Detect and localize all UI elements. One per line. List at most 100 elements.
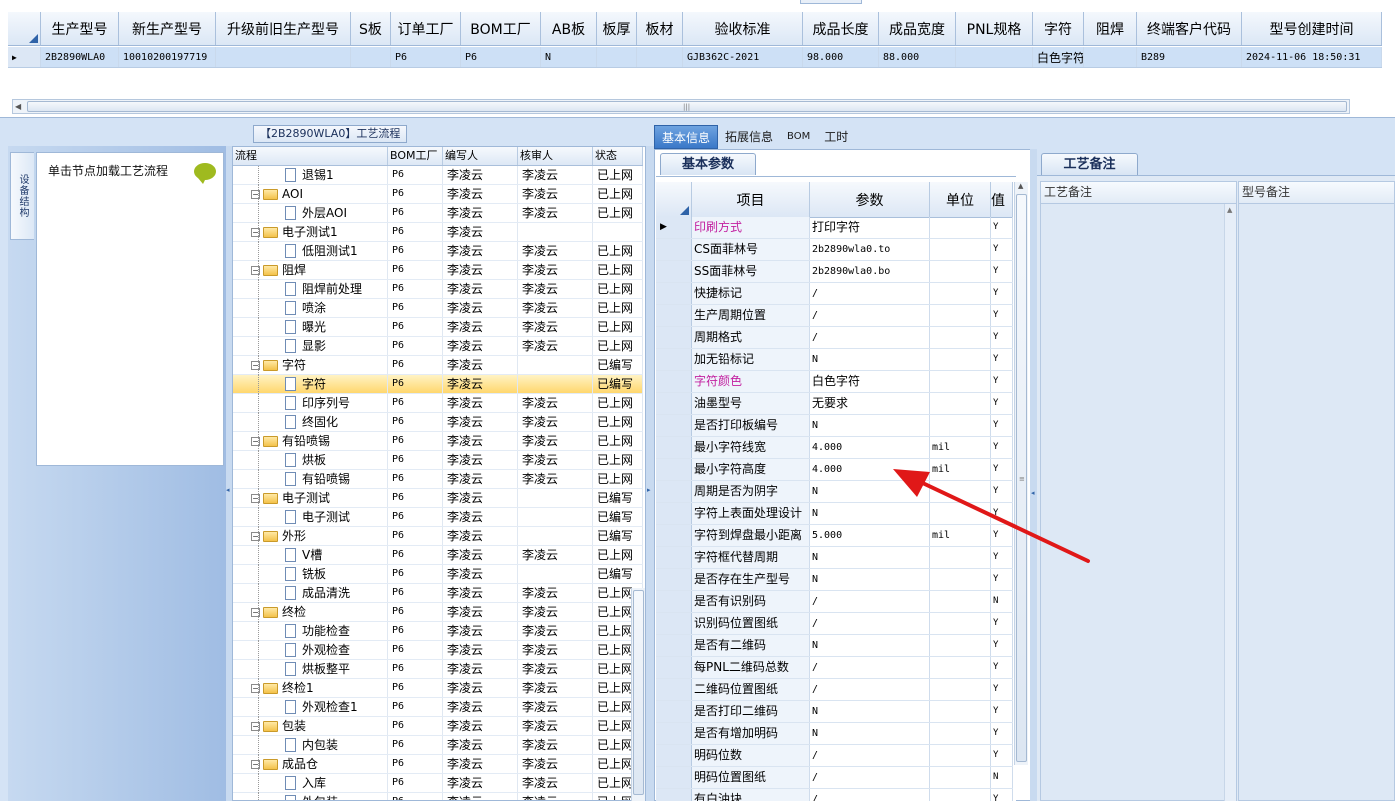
param-row[interactable]: 加无铅标记 N Y: [656, 349, 1013, 371]
basic-params-tab[interactable]: 基本参数: [660, 153, 756, 175]
param-row[interactable]: 是否有增加明码 N Y: [656, 723, 1013, 745]
tree-node[interactable]: 成品清洗: [233, 584, 388, 602]
param-value[interactable]: /: [810, 745, 930, 766]
tree-row[interactable]: 外层AOI P6 李凌云 李凌云 已上网: [233, 204, 643, 223]
param-value[interactable]: N: [810, 415, 930, 436]
param-row[interactable]: 是否存在生产型号 N Y: [656, 569, 1013, 591]
tree-row[interactable]: − 电子测试 P6 李凌云 已编写: [233, 489, 643, 508]
grid-corner[interactable]: [656, 182, 692, 217]
model-remarks-box[interactable]: 型号备注: [1238, 181, 1395, 801]
col-header-11[interactable]: 成品宽度: [879, 12, 956, 45]
tree-node[interactable]: 外观检查: [233, 641, 388, 659]
param-row[interactable]: 油墨型号 无要求 Y: [656, 393, 1013, 415]
scroll-left-icon[interactable]: ◀: [15, 102, 21, 111]
right-splitter[interactable]: ◂: [1030, 149, 1037, 801]
cell-9[interactable]: GJB362C-2021: [683, 47, 803, 67]
param-row[interactable]: 是否有识别码 / N: [656, 591, 1013, 613]
tree-row[interactable]: 电子测试 P6 李凌云 已编写: [233, 508, 643, 527]
remarks-vscroll[interactable]: ▲: [1224, 204, 1236, 801]
tree-col-header-3[interactable]: 核审人: [518, 147, 593, 165]
tree-node[interactable]: 烘板: [233, 451, 388, 469]
tree-row[interactable]: 退锡1 P6 李凌云 李凌云 已上网: [233, 166, 643, 185]
tree-row[interactable]: − 包装 P6 李凌云 李凌云 已上网: [233, 717, 643, 736]
cell-4[interactable]: P6: [391, 47, 461, 67]
param-value[interactable]: /: [810, 679, 930, 700]
tree-row[interactable]: − 字符 P6 李凌云 已编写: [233, 356, 643, 375]
tree-node[interactable]: 印序列号: [233, 394, 388, 412]
tree-node[interactable]: 有铅喷锡: [233, 470, 388, 488]
param-value[interactable]: /: [810, 789, 930, 801]
param-row[interactable]: 最小字符高度 4.000 mil Y: [656, 459, 1013, 481]
info-tab-0[interactable]: 基本信息: [654, 125, 719, 149]
cell-16[interactable]: 2024-11-06 18:50:31: [1242, 47, 1382, 67]
tree-node[interactable]: 内包装: [233, 736, 388, 754]
process-tree-vscroll[interactable]: [631, 588, 645, 801]
tree-node[interactable]: 低阻测试1: [233, 242, 388, 260]
param-row[interactable]: 明码位置图纸 / N: [656, 767, 1013, 789]
param-value[interactable]: 2b2890wla0.bo: [810, 261, 930, 282]
param-value[interactable]: /: [810, 283, 930, 304]
tree-node[interactable]: − 包装: [233, 717, 388, 735]
col-header-15[interactable]: 终端客户代码: [1137, 12, 1242, 45]
tree-node[interactable]: 喷涂: [233, 299, 388, 317]
tree-node[interactable]: − 终检1: [233, 679, 388, 697]
vscroll-thumb[interactable]: [633, 590, 644, 795]
tree-node[interactable]: 退锡1: [233, 166, 388, 184]
model-grid-row[interactable]: ▶ 2B2890WLA0 10010200197719 P6 P6 N GJB362C-20…: [8, 47, 1382, 68]
cell-10[interactable]: 98.000: [803, 47, 879, 67]
col-header-7[interactable]: 板厚: [597, 12, 637, 45]
cell-8[interactable]: [637, 47, 683, 67]
tree-node[interactable]: − 终检: [233, 603, 388, 621]
param-col-header-3[interactable]: 值: [991, 182, 1013, 217]
tree-row[interactable]: 字符 P6 李凌云 已编写: [233, 375, 643, 394]
tree-row[interactable]: V槽 P6 李凌云 李凌云 已上网: [233, 546, 643, 565]
tree-node[interactable]: − 电子测试: [233, 489, 388, 507]
tree-row[interactable]: − 终检 P6 李凌云 李凌云 已上网: [233, 603, 643, 622]
param-value[interactable]: /: [810, 613, 930, 634]
col-header-12[interactable]: PNL规格: [956, 12, 1033, 45]
param-row[interactable]: 最小字符线宽 4.000 mil Y: [656, 437, 1013, 459]
tree-node[interactable]: 烘板整平: [233, 660, 388, 678]
tree-row[interactable]: 烘板 P6 李凌云 李凌云 已上网: [233, 451, 643, 470]
tree-row[interactable]: 阻焊前处理 P6 李凌云 李凌云 已上网: [233, 280, 643, 299]
col-header-1[interactable]: 新生产型号: [119, 12, 216, 45]
param-row[interactable]: 每PNL二维码总数 / Y: [656, 657, 1013, 679]
param-row[interactable]: 字符框代替周期 N Y: [656, 547, 1013, 569]
tree-row[interactable]: − 阻焊 P6 李凌云 李凌云 已上网: [233, 261, 643, 280]
tree-node[interactable]: 显影: [233, 337, 388, 355]
param-row[interactable]: 识别码位置图纸 / Y: [656, 613, 1013, 635]
param-row[interactable]: 是否打印板编号 N Y: [656, 415, 1013, 437]
param-row[interactable]: 快捷标记 / Y: [656, 283, 1013, 305]
param-value[interactable]: N: [810, 481, 930, 502]
col-header-4[interactable]: 订单工厂: [391, 12, 461, 45]
tree-row[interactable]: 喷涂 P6 李凌云 李凌云 已上网: [233, 299, 643, 318]
tree-node[interactable]: 终固化: [233, 413, 388, 431]
tree-node[interactable]: V槽: [233, 546, 388, 564]
param-row[interactable]: 有白油块 / Y: [656, 789, 1013, 801]
cell-14[interactable]: [1084, 47, 1137, 67]
col-header-13[interactable]: 字符: [1033, 12, 1084, 45]
param-value[interactable]: 白色字符: [810, 371, 930, 392]
tree-row[interactable]: − 有铅喷锡 P6 李凌云 李凌云 已上网: [233, 432, 643, 451]
tree-node[interactable]: − 电子测试1: [233, 223, 388, 241]
tree-node[interactable]: − AOI: [233, 185, 388, 203]
col-header-16[interactable]: 型号创建时间: [1242, 12, 1382, 45]
device-structure-tab[interactable]: 设备结构: [10, 152, 34, 240]
param-row[interactable]: 周期格式 / Y: [656, 327, 1013, 349]
tree-row[interactable]: 烘板整平 P6 李凌云 李凌云 已上网: [233, 660, 643, 679]
param-value[interactable]: /: [810, 327, 930, 348]
tree-col-header-2[interactable]: 编写人: [443, 147, 518, 165]
param-row[interactable]: CS面菲林号 2b2890wla0.to Y: [656, 239, 1013, 261]
param-value[interactable]: 4.000: [810, 459, 930, 480]
tree-col-header-4[interactable]: 状态: [593, 147, 643, 165]
col-header-9[interactable]: 验收标准: [683, 12, 803, 45]
param-value[interactable]: /: [810, 767, 930, 788]
tree-node[interactable]: 铣板: [233, 565, 388, 583]
param-row[interactable]: 字符上表面处理设计 N Y: [656, 503, 1013, 525]
tree-row[interactable]: 有铅喷锡 P6 李凌云 李凌云 已上网: [233, 470, 643, 489]
param-value[interactable]: /: [810, 305, 930, 326]
tree-row[interactable]: − 终检1 P6 李凌云 李凌云 已上网: [233, 679, 643, 698]
tree-row[interactable]: 外观检查 P6 李凌云 李凌云 已上网: [233, 641, 643, 660]
cell-15[interactable]: B289: [1137, 47, 1242, 67]
tree-row[interactable]: − 成品仓 P6 李凌云 李凌云 已上网: [233, 755, 643, 774]
